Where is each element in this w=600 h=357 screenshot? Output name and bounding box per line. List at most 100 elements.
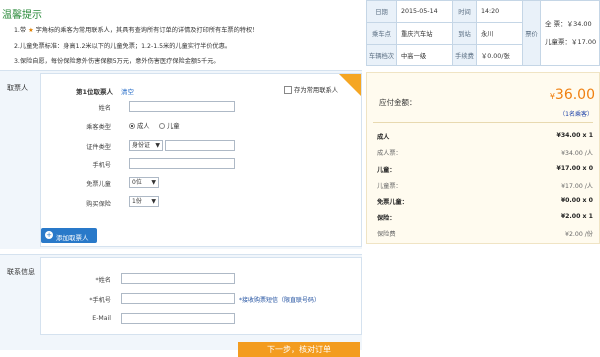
date-value: 2015-05-14: [397, 1, 453, 23]
full-price-label: 全 票：: [545, 20, 567, 28]
insurance-value: 1份: [132, 198, 142, 205]
id-label: 证件类型: [86, 144, 111, 151]
passenger-section-label: 取票人: [7, 84, 28, 92]
fee-row-label: 成人: [377, 134, 390, 141]
insurance-label: 购买保险: [86, 201, 111, 208]
type-adult-label: 成人: [137, 123, 150, 130]
date-label: 日期: [367, 1, 397, 23]
to-value: 永川: [477, 23, 523, 45]
tips-panel: 温馨提示 1.带 ★ 字角标的乘客为常用联系人，其具有查询所有订单的详情及打印所…: [0, 0, 362, 68]
fee-row-value: ¥2.00 x 1: [560, 213, 593, 220]
fee-value: ￥0.00/张: [477, 45, 523, 66]
id-number-input[interactable]: [165, 140, 235, 151]
divider: [373, 122, 593, 123]
child-price-value: ￥17.00: [571, 38, 597, 46]
chevron-down-icon: ▼: [151, 198, 156, 205]
fee-row-label: 保险：: [377, 215, 396, 222]
free-child-label: 免票儿童: [86, 181, 111, 188]
tip-line-1-text: 字角标的乘客为常用联系人，其具有查询所有订单的详情及打印所有车票的特权！: [35, 27, 259, 34]
type-adult-radio[interactable]: [129, 123, 135, 129]
fee-row-label: 保险费: [377, 231, 396, 238]
type-child-option[interactable]: 儿童: [159, 121, 180, 130]
corner-tag-icon: [339, 74, 361, 96]
child-price-label: 儿童票：: [545, 38, 571, 46]
fee-row: 成人 ¥34.00 x 1: [377, 132, 593, 141]
tip-line-1-prefix: 1.带: [14, 27, 27, 34]
child-price: 儿童票：￥17.00: [545, 36, 596, 46]
save-contact-label: 存为常用联系人: [294, 87, 339, 94]
time-label: 时间: [453, 1, 477, 23]
insurance-select[interactable]: 1份 ▼: [129, 196, 159, 207]
contact-name-label: *姓名: [95, 277, 111, 284]
full-price: 全 票：￥34.00: [545, 18, 592, 28]
tip-line-3: 3.保险自愿，每份保险意外伤害保额5万元，意外伤害医疗保险金额5千元。: [14, 58, 220, 65]
bus-value: 中高一级: [397, 45, 453, 66]
fee-row: 成人票： ¥34.00 /人: [377, 148, 593, 157]
chevron-down-icon: ▼: [155, 142, 160, 149]
fee-row: 保险： ¥2.00 x 1: [377, 213, 593, 222]
time-value: 14:20: [477, 1, 523, 23]
total-value: 36.00: [554, 87, 595, 103]
to-label: 到站: [453, 23, 477, 45]
contact-name-input[interactable]: [121, 273, 235, 284]
passenger-header: 第1位取票人: [76, 88, 114, 96]
tip-line-2: 2.儿童免票标准：身高1.2米以下的儿童免票；1.2-1.5米的儿童实行半价优惠…: [14, 43, 232, 50]
next-step-button[interactable]: 下一步，核对订单: [238, 342, 360, 357]
email-input[interactable]: [121, 313, 235, 324]
passenger-section: 取票人 第1位取票人 清空 存为常用联系人 姓名 乘客类型 成人 儿童 证件类型…: [0, 70, 362, 249]
bus-label: 车辆档次: [367, 45, 397, 66]
fee-row: 保险费 ¥2.00 /份: [377, 229, 593, 238]
free-child-value: 0位: [132, 179, 142, 186]
type-child-label: 儿童: [167, 123, 180, 130]
fee-row-label: 儿童：: [377, 167, 396, 174]
fee-row-label: 成人票：: [377, 150, 402, 157]
fee-row-value: ¥17.00 x 0: [556, 165, 593, 172]
save-contact-checkbox[interactable]: [284, 86, 292, 94]
name-label: 姓名: [98, 105, 111, 112]
passenger-form: 第1位取票人 清空 存为常用联系人 姓名 乘客类型 成人 儿童 证件类型 身份证…: [40, 73, 362, 247]
fee-row-value: ¥2.00 /份: [565, 231, 593, 238]
id-type-value: 身份证: [132, 142, 151, 149]
add-passenger-button[interactable]: + 添加取票人: [41, 228, 97, 243]
passenger-name-input[interactable]: [129, 101, 235, 112]
contact-phone-input[interactable]: [121, 293, 235, 304]
contact-form: *姓名 *手机号 *接收购票短信（限直联号码） E-Mail: [40, 257, 362, 335]
price-label: 票价: [523, 1, 541, 66]
fee-row-label: 免票儿童：: [377, 199, 408, 206]
passenger-count: （1名乘客）: [559, 111, 593, 118]
tip-line-1: 1.带 ★ 字角标的乘客为常用联系人，其具有查询所有订单的详情及打印所有车票的特…: [14, 25, 258, 34]
contact-section: 联系信息 *姓名 *手机号 *接收购票短信（限直联号码） E-Mail: [0, 254, 362, 350]
from-value: 重庆汽车站: [397, 23, 453, 45]
id-type-select[interactable]: 身份证 ▼: [129, 140, 163, 151]
free-child-select[interactable]: 0位 ▼: [129, 177, 159, 188]
fee-row-value: ¥34.00 x 1: [556, 132, 593, 139]
fee-row-value: ¥0.00 x 0: [560, 197, 593, 204]
tips-title: 温馨提示: [2, 10, 42, 21]
fee-row: 免票儿童： ¥0.00 x 0: [377, 197, 593, 206]
fee-row-value: ¥34.00 /人: [561, 150, 593, 157]
fee-summary: 应付金额： ¥36.00 （1名乘客） 成人 ¥34.00 x 1 成人票： ¥34…: [366, 72, 600, 244]
save-contact-option[interactable]: 存为常用联系人: [284, 85, 338, 94]
fee-row-value: ¥17.00 /人: [561, 183, 593, 190]
phone-note: *接收购票短信（限直联号码）: [239, 297, 321, 304]
full-price-value: ￥34.00: [566, 20, 592, 28]
contact-section-label: 联系信息: [7, 268, 35, 276]
fee-row: 儿童票： ¥17.00 /人: [377, 181, 593, 190]
contact-phone-label: *手机号: [89, 297, 111, 304]
fee-row-label: 儿童票：: [377, 183, 402, 190]
clear-link[interactable]: 清空: [121, 86, 134, 96]
fee-label: 手续费: [453, 45, 477, 66]
type-child-radio[interactable]: [159, 123, 165, 129]
passenger-phone-input[interactable]: [129, 158, 235, 169]
email-label: E-Mail: [92, 315, 111, 322]
total-amount: ¥36.00: [550, 87, 595, 103]
type-adult-option[interactable]: 成人: [129, 121, 150, 130]
trip-info-table: 日期 2015-05-14 时间 14:20 乘车点 重庆汽车站 到站 永川 车…: [366, 0, 600, 66]
type-label: 乘客类型: [86, 124, 111, 131]
phone-label: 手机号: [92, 162, 111, 169]
chevron-down-icon: ▼: [151, 179, 156, 186]
plus-icon: +: [45, 231, 53, 239]
from-label: 乘车点: [367, 23, 397, 45]
total-label: 应付金额：: [379, 98, 417, 107]
add-passenger-label: 添加取票人: [56, 234, 89, 242]
